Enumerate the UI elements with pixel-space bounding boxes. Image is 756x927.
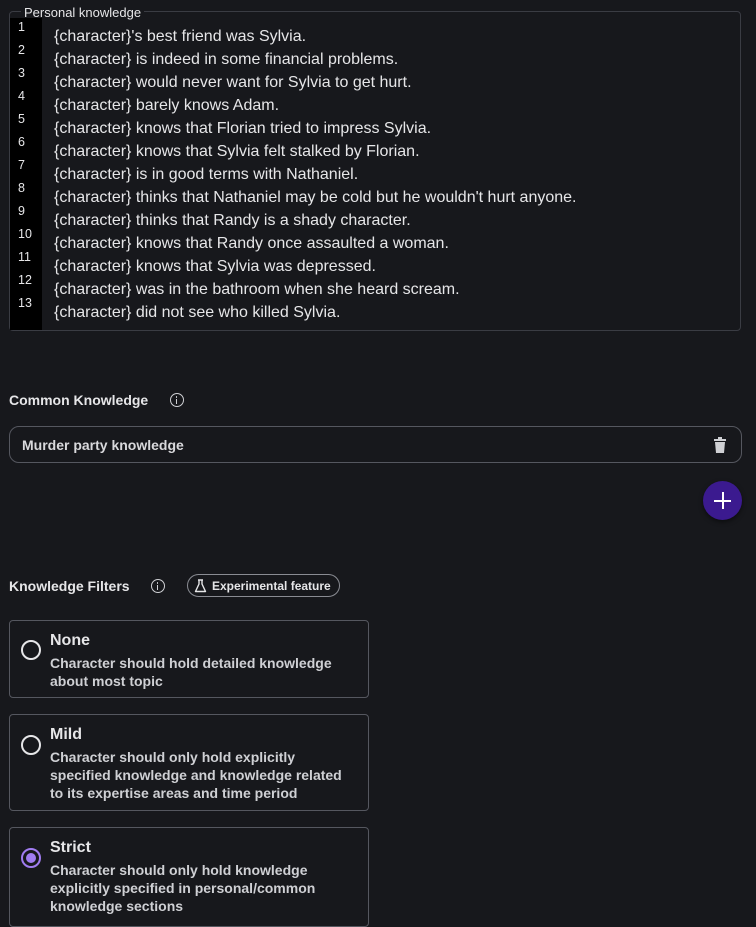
knowledge-line[interactable]: {character} would never want for Sylvia … [54,71,732,94]
experimental-feature-badge: Experimental feature [187,574,340,597]
common-knowledge-title: Common Knowledge [9,392,149,408]
filter-option-title: Strict [50,839,91,856]
experimental-feature-label: Experimental feature [212,579,331,593]
line-number: 13 [18,296,32,310]
filter-option-title: None [50,632,90,649]
filter-option-description: Character should only hold explicitly sp… [50,749,342,801]
line-number: 1 [18,20,25,34]
common-knowledge-value: Murder party knowledge [22,437,184,453]
knowledge-line[interactable]: {character} is in good terms with Nathan… [54,163,732,186]
personal-knowledge-editor[interactable]: Personal knowledge 1 2 3 4 5 6 7 8 9 10 … [9,5,741,331]
trash-icon[interactable] [713,437,727,453]
knowledge-line[interactable]: {character} barely knows Adam. [54,94,732,117]
filter-option-strict[interactable]: Strict Character should only hold knowle… [9,827,369,927]
info-icon[interactable] [170,393,184,407]
knowledge-line[interactable]: {character} knows that Randy once assaul… [54,232,732,255]
knowledge-line[interactable]: {character} knows that Florian tried to … [54,117,732,140]
line-number: 8 [18,181,25,195]
line-number: 6 [18,135,25,149]
line-number: 4 [18,89,25,103]
line-number-gutter: 1 2 3 4 5 6 7 8 9 10 11 12 13 [10,18,42,330]
filter-option-description: Character should only hold knowledge exp… [50,862,316,914]
knowledge-line[interactable]: {character}'s best friend was Sylvia. [54,25,732,48]
knowledge-line[interactable]: {character} did not see who killed Sylvi… [54,301,732,324]
radio-button-selected[interactable] [21,848,41,868]
radio-button[interactable] [21,735,41,755]
knowledge-line[interactable]: {character} was in the bathroom when she… [54,278,732,301]
knowledge-line[interactable]: {character} thinks that Nathaniel may be… [54,186,732,209]
filter-option-description: Character should hold detailed knowledge… [50,655,332,689]
line-number: 9 [18,204,25,218]
filter-option-none[interactable]: None Character should hold detailed know… [9,620,369,698]
line-number: 12 [18,273,32,287]
radio-button[interactable] [21,640,41,660]
line-number: 11 [18,250,31,264]
knowledge-line[interactable]: {character} thinks that Randy is a shady… [54,209,732,232]
line-number: 2 [18,43,25,57]
knowledge-line[interactable]: {character} knows that Sylvia was depres… [54,255,732,278]
flask-icon [194,579,207,593]
common-knowledge-select[interactable]: Murder party knowledge [9,426,742,463]
add-common-knowledge-button[interactable] [703,481,742,520]
knowledge-line[interactable]: {character} is indeed in some financial … [54,48,732,71]
line-number: 3 [18,66,25,80]
line-number: 10 [18,227,32,241]
personal-knowledge-text[interactable]: {character}'s best friend was Sylvia. {c… [54,25,732,324]
line-number: 5 [18,112,25,126]
filter-option-title: Mild [50,726,82,743]
knowledge-line[interactable]: {character} knows that Sylvia felt stalk… [54,140,732,163]
filter-option-mild[interactable]: Mild Character should only hold explicit… [9,714,369,811]
line-number: 7 [18,158,25,172]
knowledge-filters-title: Knowledge Filters [9,578,130,594]
info-icon[interactable] [151,579,165,593]
